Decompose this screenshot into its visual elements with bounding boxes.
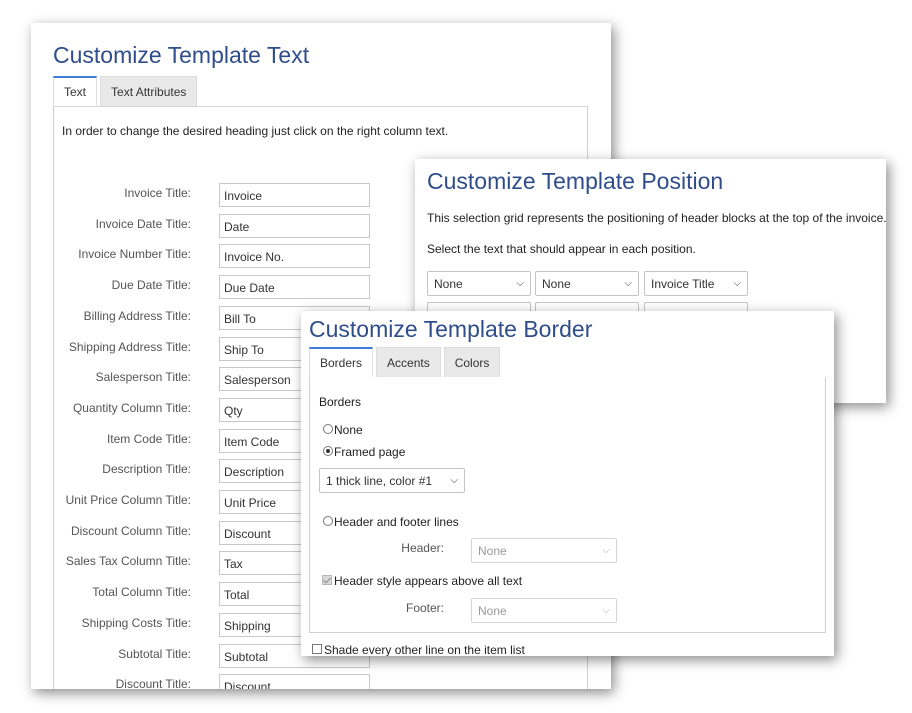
header-above-label: Header style appears above all text <box>334 574 523 588</box>
border-panel-tabs: Borders Accents Colors <box>309 347 826 378</box>
header-style-value: None <box>478 544 507 558</box>
text-panel-title: Customize Template Text <box>53 42 310 68</box>
field-label: Description Title: <box>102 462 191 477</box>
field-label: Invoice Title: <box>124 186 191 200</box>
footer-label: Footer: <box>405 601 444 615</box>
field-label: Invoice Number Title: <box>78 247 191 262</box>
position-desc-1: This selection grid represents the posit… <box>427 211 886 225</box>
tab-borders[interactable]: Borders <box>309 347 374 377</box>
tab-colors[interactable]: Colors <box>443 347 501 377</box>
borders-section-label: Borders <box>319 395 362 409</box>
field-label: Salesperson Title: <box>95 370 191 385</box>
position-select-3-value: Invoice Title <box>651 277 715 291</box>
field-label: Total Column Title: <box>92 585 191 600</box>
chevron-down-icon: ⌵ <box>450 475 458 486</box>
chevron-down-icon: ⌵ <box>602 605 610 616</box>
footer-style-value: None <box>478 604 507 618</box>
field-label: Shipping Costs Title: <box>81 615 191 630</box>
position-panel-title: Customize Template Position <box>427 168 724 194</box>
header-label: Header: <box>401 541 444 555</box>
text-instruction: In order to change the desired heading j… <box>62 124 449 138</box>
borders-tab-content: Borders None Framed page 1 thick line, c… <box>309 377 826 633</box>
shade-lines-label: Shade every other line on the item list <box>324 643 525 656</box>
field-input[interactable]: Invoice No. <box>219 244 370 269</box>
framed-page-radio[interactable] <box>323 446 333 456</box>
customize-template-border-panel: Customize Template Border Borders Accent… <box>301 311 834 656</box>
border-none-radio[interactable] <box>323 424 333 434</box>
tab-text-attributes[interactable]: Text Attributes <box>100 76 198 106</box>
chevron-down-icon: ⌵ <box>602 545 610 556</box>
chevron-down-icon: ⌵ <box>733 278 741 289</box>
field-label: Quantity Column Title: <box>72 400 191 415</box>
field-input[interactable]: Discount <box>219 674 370 689</box>
field-label: Unit Price Column Title: <box>65 493 191 507</box>
field-label: Discount Title: <box>115 677 191 689</box>
field-input[interactable]: Invoice <box>219 183 370 207</box>
field-label: Invoice Date Title: <box>95 216 191 231</box>
border-none-label: None <box>334 423 363 437</box>
header-style-select[interactable]: None ⌵ <box>471 538 617 563</box>
position-select-3[interactable]: Invoice Title ⌵ <box>644 271 748 296</box>
position-select-1[interactable]: None ⌵ <box>427 271 531 296</box>
field-input[interactable]: Due Date <box>219 275 370 300</box>
field-label: Due Date Title: <box>111 278 191 293</box>
position-select-2[interactable]: None ⌵ <box>535 271 639 296</box>
frame-style-value: 1 thick line, color #1 <box>326 474 433 488</box>
tab-accents[interactable]: Accents <box>376 347 441 377</box>
header-above-checkbox[interactable] <box>322 575 332 585</box>
field-label: Subtotal Title: <box>118 646 191 661</box>
header-footer-radio[interactable] <box>323 516 333 526</box>
border-panel-title: Customize Template Border <box>309 316 593 342</box>
position-desc-2: Select the text that should appear in ea… <box>427 242 696 256</box>
field-label: Billing Address Title: <box>83 308 191 323</box>
chevron-down-icon: ⌵ <box>516 278 524 289</box>
tab-text[interactable]: Text <box>53 76 98 106</box>
framed-page-label: Framed page <box>334 445 406 459</box>
position-select-2-value: None <box>542 277 571 291</box>
field-label: Discount Column Title: <box>70 523 191 538</box>
shade-lines-checkbox[interactable] <box>312 644 322 654</box>
header-footer-label: Header and footer lines <box>334 515 459 529</box>
frame-style-select[interactable]: 1 thick line, color #1 ⌵ <box>319 468 465 493</box>
field-label: Item Code Title: <box>106 431 191 446</box>
position-select-1-value: None <box>434 277 463 291</box>
footer-style-select[interactable]: None ⌵ <box>471 598 617 623</box>
field-input[interactable]: Date <box>219 213 370 238</box>
field-label: Sales Tax Column Title: <box>65 554 191 569</box>
text-panel-tabs: Text Text Attributes <box>53 76 588 107</box>
field-label: Shipping Address Title: <box>68 339 191 354</box>
chevron-down-icon: ⌵ <box>624 278 632 289</box>
